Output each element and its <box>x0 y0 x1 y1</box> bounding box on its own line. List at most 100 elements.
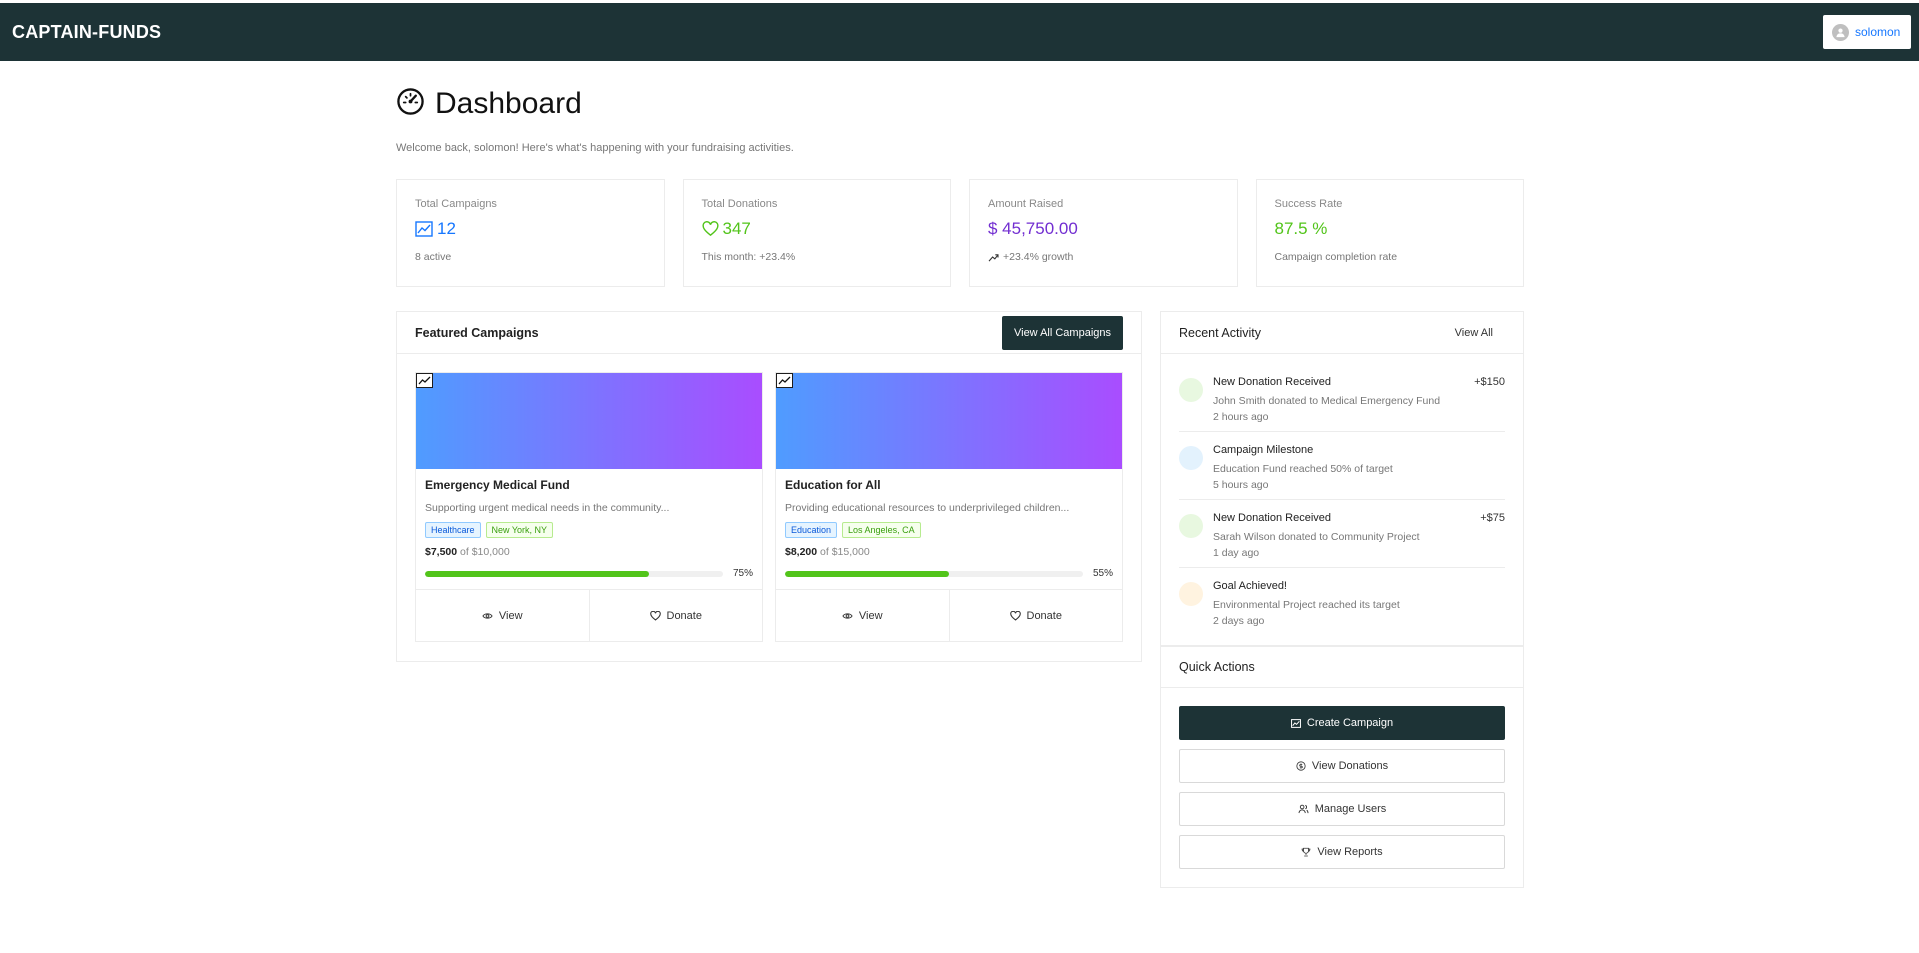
chart-line-icon <box>415 221 433 237</box>
activity-icon <box>1179 582 1203 606</box>
stat-card-success-rate: Success Rate 87.5 % Campaign completion … <box>1255 179 1524 287</box>
progress-percent: 75% <box>732 568 753 579</box>
trophy-icon <box>1302 847 1311 857</box>
view-label: View <box>858 609 883 622</box>
create-campaign-label: Create Campaign <box>1306 717 1394 729</box>
progress-track <box>425 570 723 577</box>
user-menu-button[interactable]: solomon <box>1823 15 1911 49</box>
donate-label: Donate <box>1026 609 1062 622</box>
view-campaign-button[interactable]: View <box>416 590 589 641</box>
campaign-description: Providing educational resources to under… <box>785 502 1070 514</box>
chart-line-icon <box>416 373 433 388</box>
stat-number: 347 <box>722 219 751 238</box>
view-all-activity-link[interactable]: View All <box>1455 327 1493 339</box>
activity-amount: +$75 <box>1480 512 1505 524</box>
campaign-tags: Education Los Angeles, CA <box>785 522 1113 538</box>
stat-sub: +23.4% growth <box>988 251 1219 263</box>
location-tag: Los Angeles, CA <box>842 522 921 538</box>
view-label: View <box>498 609 523 622</box>
manage-users-button[interactable]: Manage Users <box>1179 792 1505 826</box>
activity-time: 2 hours ago <box>1213 411 1269 423</box>
campaign-tags: Healthcare New York, NY <box>425 522 753 538</box>
campaign-actions: View Donate <box>776 589 1122 641</box>
raised-amount: $8,200 <box>785 546 818 558</box>
view-campaign-button[interactable]: View <box>776 590 949 641</box>
campaign-banner <box>416 373 762 469</box>
activity-title: New Donation Received <box>1213 376 1332 388</box>
activity-title: Campaign Milestone <box>1213 444 1314 456</box>
dashboard-gauge-icon <box>396 87 425 121</box>
stat-sub-text: +23.4% growth <box>1003 251 1074 263</box>
category-tag: Healthcare <box>425 522 481 538</box>
stat-label: Total Campaigns <box>415 198 497 210</box>
chart-line-icon <box>776 373 793 388</box>
goal-amount: of $10,000 <box>460 546 510 558</box>
donate-campaign-button[interactable]: Donate <box>588 590 763 641</box>
featured-campaigns-card: Featured Campaigns View All Campaigns Em… <box>396 311 1142 662</box>
view-all-campaigns-button[interactable]: View All Campaigns <box>1001 315 1123 350</box>
stat-label: Amount Raised <box>988 198 1064 210</box>
activity-description: Environmental Project reached its target <box>1213 599 1400 611</box>
stat-value: 12 <box>415 219 646 239</box>
view-reports-button[interactable]: View Reports <box>1179 835 1505 869</box>
chart-line-icon <box>1290 718 1301 728</box>
stat-value: $ 45,750.00 <box>988 219 1219 239</box>
stat-label: Total Donations <box>701 198 778 210</box>
eye-icon <box>842 612 853 619</box>
campaign-list: Emergency Medical Fund Supporting urgent… <box>397 354 1141 660</box>
progress-percent: 55% <box>1092 568 1113 579</box>
campaign-amount: $8,200 of $15,000 <box>785 546 1113 558</box>
activity-description: Education Fund reached 50% of target <box>1213 463 1393 475</box>
stat-number: 87.5 % <box>1274 219 1328 238</box>
brand-logo[interactable]: CAPTAIN-FUNDS <box>12 22 161 43</box>
welcome-text: Welcome back, solomon! Here's what's hap… <box>396 142 794 154</box>
location-tag: New York, NY <box>485 522 554 538</box>
dollar-circle-icon <box>1296 761 1306 771</box>
stat-card-amount-raised: Amount Raised $ 45,750.00 +23.4% growth <box>969 179 1238 287</box>
heart-icon <box>1009 610 1021 621</box>
user-name: solomon <box>1855 25 1901 39</box>
stat-sub: Campaign completion rate <box>1274 251 1398 263</box>
manage-users-label: Manage Users <box>1314 803 1387 815</box>
stat-value: 87.5 % <box>1275 219 1506 239</box>
trend-up-icon <box>988 253 999 261</box>
view-donations-label: View Donations <box>1311 760 1389 772</box>
campaign-progress: 75% <box>425 568 753 579</box>
activity-description: John Smith donated to Medical Emergency … <box>1213 395 1441 407</box>
create-campaign-button[interactable]: Create Campaign <box>1179 706 1505 740</box>
activity-amount: +$150 <box>1474 376 1505 388</box>
stat-card-total-donations: Total Donations 347 This month: +23.4% <box>682 179 951 287</box>
stat-label: Success Rate <box>1274 198 1343 210</box>
donate-label: Donate <box>666 609 702 622</box>
activity-title: Recent Activity <box>1179 325 1261 340</box>
activity-item[interactable]: New Donation Received John Smith donated… <box>1179 364 1505 432</box>
campaign-card[interactable]: Emergency Medical Fund Supporting urgent… <box>415 372 763 642</box>
eye-icon <box>482 612 493 619</box>
featured-title: Featured Campaigns <box>415 325 539 340</box>
activity-item[interactable]: New Donation Received Sarah Wilson donat… <box>1179 500 1505 568</box>
sidebar-column: Recent Activity View All New Donation Re… <box>1160 311 1524 888</box>
campaign-card[interactable]: Education for All Providing educational … <box>775 372 1123 642</box>
heart-icon <box>702 221 718 237</box>
campaign-title: Emergency Medical Fund <box>425 478 570 492</box>
featured-header: Featured Campaigns View All Campaigns <box>397 312 1141 354</box>
page-header: Dashboard <box>396 86 1524 122</box>
donate-campaign-button[interactable]: Donate <box>948 590 1123 641</box>
stats-row: Total Campaigns 12 8 active Total Donati… <box>396 179 1524 287</box>
activity-description: Sarah Wilson donated to Community Projec… <box>1213 531 1420 543</box>
campaign-description: Supporting urgent medical needs in the c… <box>425 502 670 514</box>
activity-item[interactable]: Campaign Milestone Education Fund reache… <box>1179 432 1505 500</box>
users-icon <box>1298 804 1309 814</box>
stat-sub: 8 active <box>415 251 452 263</box>
stat-number: $ 45,750.00 <box>988 219 1078 238</box>
top-navbar: CAPTAIN-FUNDS solomon <box>0 3 1919 61</box>
activity-item[interactable]: Goal Achieved! Environmental Project rea… <box>1179 568 1505 635</box>
view-donations-button[interactable]: View Donations <box>1179 749 1505 783</box>
quick-actions-header: Quick Actions <box>1161 646 1523 688</box>
category-tag: Education <box>785 522 838 538</box>
stat-number: 12 <box>437 219 456 238</box>
quick-actions-card: Quick Actions Create Campaign View Donat… <box>1160 646 1524 888</box>
campaign-actions: View Donate <box>416 589 762 641</box>
activity-icon <box>1179 378 1203 402</box>
view-reports-label: View Reports <box>1317 846 1383 858</box>
